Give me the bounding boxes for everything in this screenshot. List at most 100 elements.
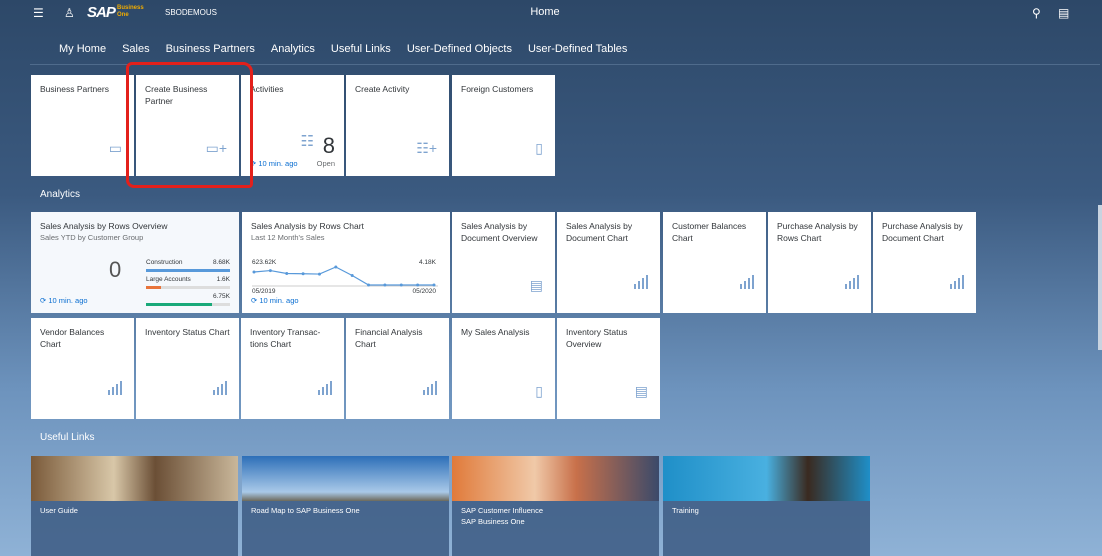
tile-inventory-status-chart[interactable]: Inventory Status Chart <box>136 318 239 419</box>
tile-title: Customer Balances Chart <box>672 221 747 243</box>
tile-title: Sales Analysis by Rows Overview <box>40 221 168 231</box>
tile-activities[interactable]: Activities ☷ 8 ⟳ 10 min. ago Open <box>241 75 344 176</box>
sparkline-point <box>301 272 305 276</box>
tile-purchase-analysis-by-rows-chart[interactable]: Purchase Analysis by Rows Chart <box>768 212 871 313</box>
tile-customer-balances-chart[interactable]: Customer Balances Chart <box>663 212 766 313</box>
nav-tabs: My Home Sales Business Partners Analytic… <box>59 43 643 55</box>
tile-title: Purchase Analysis by Document Chart <box>882 221 963 243</box>
tile-subtitle: Sales YTD by Customer Group <box>40 233 144 242</box>
sparkline-point <box>252 270 256 274</box>
selected-tab-indicator <box>160 63 245 65</box>
sparkline-chart <box>252 265 438 287</box>
bar-chart-icon <box>634 275 648 289</box>
bar-value: 6.75K <box>213 293 230 300</box>
tile-title: Sales Analysis by Document Chart <box>566 221 633 243</box>
tile-financial-analysis-chart[interactable]: Financial Analysis Chart <box>346 318 449 419</box>
link-customer-influence[interactable]: SAP Customer Influence SAP Business One <box>452 456 659 556</box>
add-activity-icon: ☷+ <box>416 140 437 156</box>
add-contact-icon: ▭+ <box>205 140 227 156</box>
tile-purchase-analysis-by-document-chart[interactable]: Purchase Analysis by Document Chart <box>873 212 976 313</box>
activities-status: Open <box>316 159 335 168</box>
sparkline-point <box>383 283 387 287</box>
link-subtitle: SAP Business One <box>461 517 525 526</box>
overview-value: 0 <box>109 257 122 282</box>
bar-label: Large Accounts <box>146 276 191 283</box>
tile-title: Sales Analysis by Rows Chart <box>251 221 364 231</box>
report-icon: ▤ <box>634 383 648 399</box>
tile-my-sales-analysis[interactable]: My Sales Analysis ▯ <box>452 318 555 419</box>
tile-sales-overview[interactable]: Sales Analysis by Rows Overview Sales YT… <box>31 212 239 313</box>
bar-track <box>146 286 230 289</box>
tab-analytics[interactable]: Analytics <box>271 43 315 55</box>
bar-fill <box>146 286 162 289</box>
tile-create-business-partner[interactable]: Create Business Partner ▭+ <box>136 75 239 176</box>
overview-bars: Construction 8.68K Large Accounts 1.6K 6.75K <box>146 257 230 308</box>
tile-subtitle: Last 12 Month's Sales <box>251 233 325 242</box>
tile-title: Purchase Analysis by Rows Chart <box>777 221 858 243</box>
tile-title: Business Partners <box>40 84 109 94</box>
tile-business-partners[interactable]: Business Partners ▭ <box>31 75 134 176</box>
tile-title: Foreign Customers <box>461 84 534 94</box>
section-useful-links: Useful Links <box>40 432 95 443</box>
bar-chart-icon <box>950 275 964 289</box>
link-user-guide[interactable]: User Guide <box>31 456 238 556</box>
bar-track <box>146 303 230 306</box>
page-title: Home <box>530 6 560 18</box>
tile-title: Inventory Transac-tions Chart <box>250 327 321 349</box>
tab-user-defined-objects[interactable]: User-Defined Objects <box>407 43 512 55</box>
tile-sales-analysis-by-document-chart[interactable]: Sales Analysis by Document Chart <box>557 212 660 313</box>
tab-my-home[interactable]: My Home <box>59 43 106 55</box>
road-map-image <box>242 456 449 501</box>
tile-title: Activities <box>250 84 284 94</box>
tile-inventory-transac-tions-chart[interactable]: Inventory Transac-tions Chart <box>241 318 344 419</box>
refresh-status[interactable]: ⟳ 10 min. ago <box>251 295 299 307</box>
bar-track <box>146 269 230 272</box>
link-road-map[interactable]: Road Map to SAP Business One <box>242 456 449 556</box>
contact-card-icon: ▭ <box>108 140 122 156</box>
refresh-status[interactable]: ⟳ 10 min. ago <box>40 295 88 307</box>
link-title: Training <box>672 506 699 515</box>
overview-bar-row: Construction 8.68K <box>146 257 230 272</box>
scrollbar[interactable] <box>1098 205 1102 350</box>
tab-business-partners[interactable]: Business Partners <box>166 43 255 55</box>
tile-sales-analysis-by-document-overview[interactable]: Sales Analysis by Document Overview ▤ <box>452 212 555 313</box>
training-image <box>663 456 870 501</box>
tab-sales[interactable]: Sales <box>122 43 150 55</box>
search-icon[interactable]: ⚲ <box>1032 6 1041 20</box>
sparkline-point <box>268 269 272 273</box>
sparkline-point <box>334 265 338 269</box>
bar-fill <box>146 269 230 272</box>
chart-end-label: 05/2020 <box>412 288 437 295</box>
shell-header: ☰ ♙ SAP Business One SBODEMOUS Home ⚲ ▤ <box>0 0 1102 26</box>
bar-value: 1.6K <box>216 276 230 283</box>
bar-chart-icon <box>845 275 859 289</box>
tile-inventory-status-overview[interactable]: Inventory Status Overview ▤ <box>557 318 660 419</box>
tile-title: Vendor Balances Chart <box>40 327 105 349</box>
refresh-time: 10 min. ago <box>259 296 299 305</box>
tile-title: Create Activity <box>355 84 410 94</box>
bookmark-icon: ▯ <box>535 383 543 399</box>
refresh-status[interactable]: ⟳ 10 min. ago <box>250 158 298 170</box>
tab-useful-links[interactable]: Useful Links <box>331 43 391 55</box>
customer-influence-image <box>452 456 659 501</box>
tile-sales-chart[interactable]: Sales Analysis by Rows Chart Last 12 Mon… <box>242 212 450 313</box>
sparkline-point <box>350 274 354 278</box>
tab-user-defined-tables[interactable]: User-Defined Tables <box>528 43 627 55</box>
link-training[interactable]: Training <box>663 456 870 556</box>
bookmark-icon: ▯ <box>535 140 543 156</box>
sparkline-line <box>253 266 434 286</box>
notifications-icon[interactable]: ▤ <box>1058 6 1069 20</box>
sparkline-point <box>367 283 371 287</box>
section-analytics: Analytics <box>40 189 81 200</box>
tile-vendor-balances-chart[interactable]: Vendor Balances Chart <box>31 318 134 419</box>
refresh-time: 10 min. ago <box>258 159 298 168</box>
report-icon: ▤ <box>529 277 543 293</box>
bar-chart-icon <box>213 381 227 395</box>
tile-title: My Sales Analysis <box>461 327 530 337</box>
link-title: User Guide <box>40 506 78 515</box>
tile-create-activity[interactable]: Create Activity ☷+ <box>346 75 449 176</box>
tile-title: Financial Analysis Chart <box>355 327 423 349</box>
bar-chart-icon <box>318 381 332 395</box>
sparkline-point <box>317 272 321 276</box>
tile-foreign-customers[interactable]: Foreign Customers ▯ <box>452 75 555 176</box>
